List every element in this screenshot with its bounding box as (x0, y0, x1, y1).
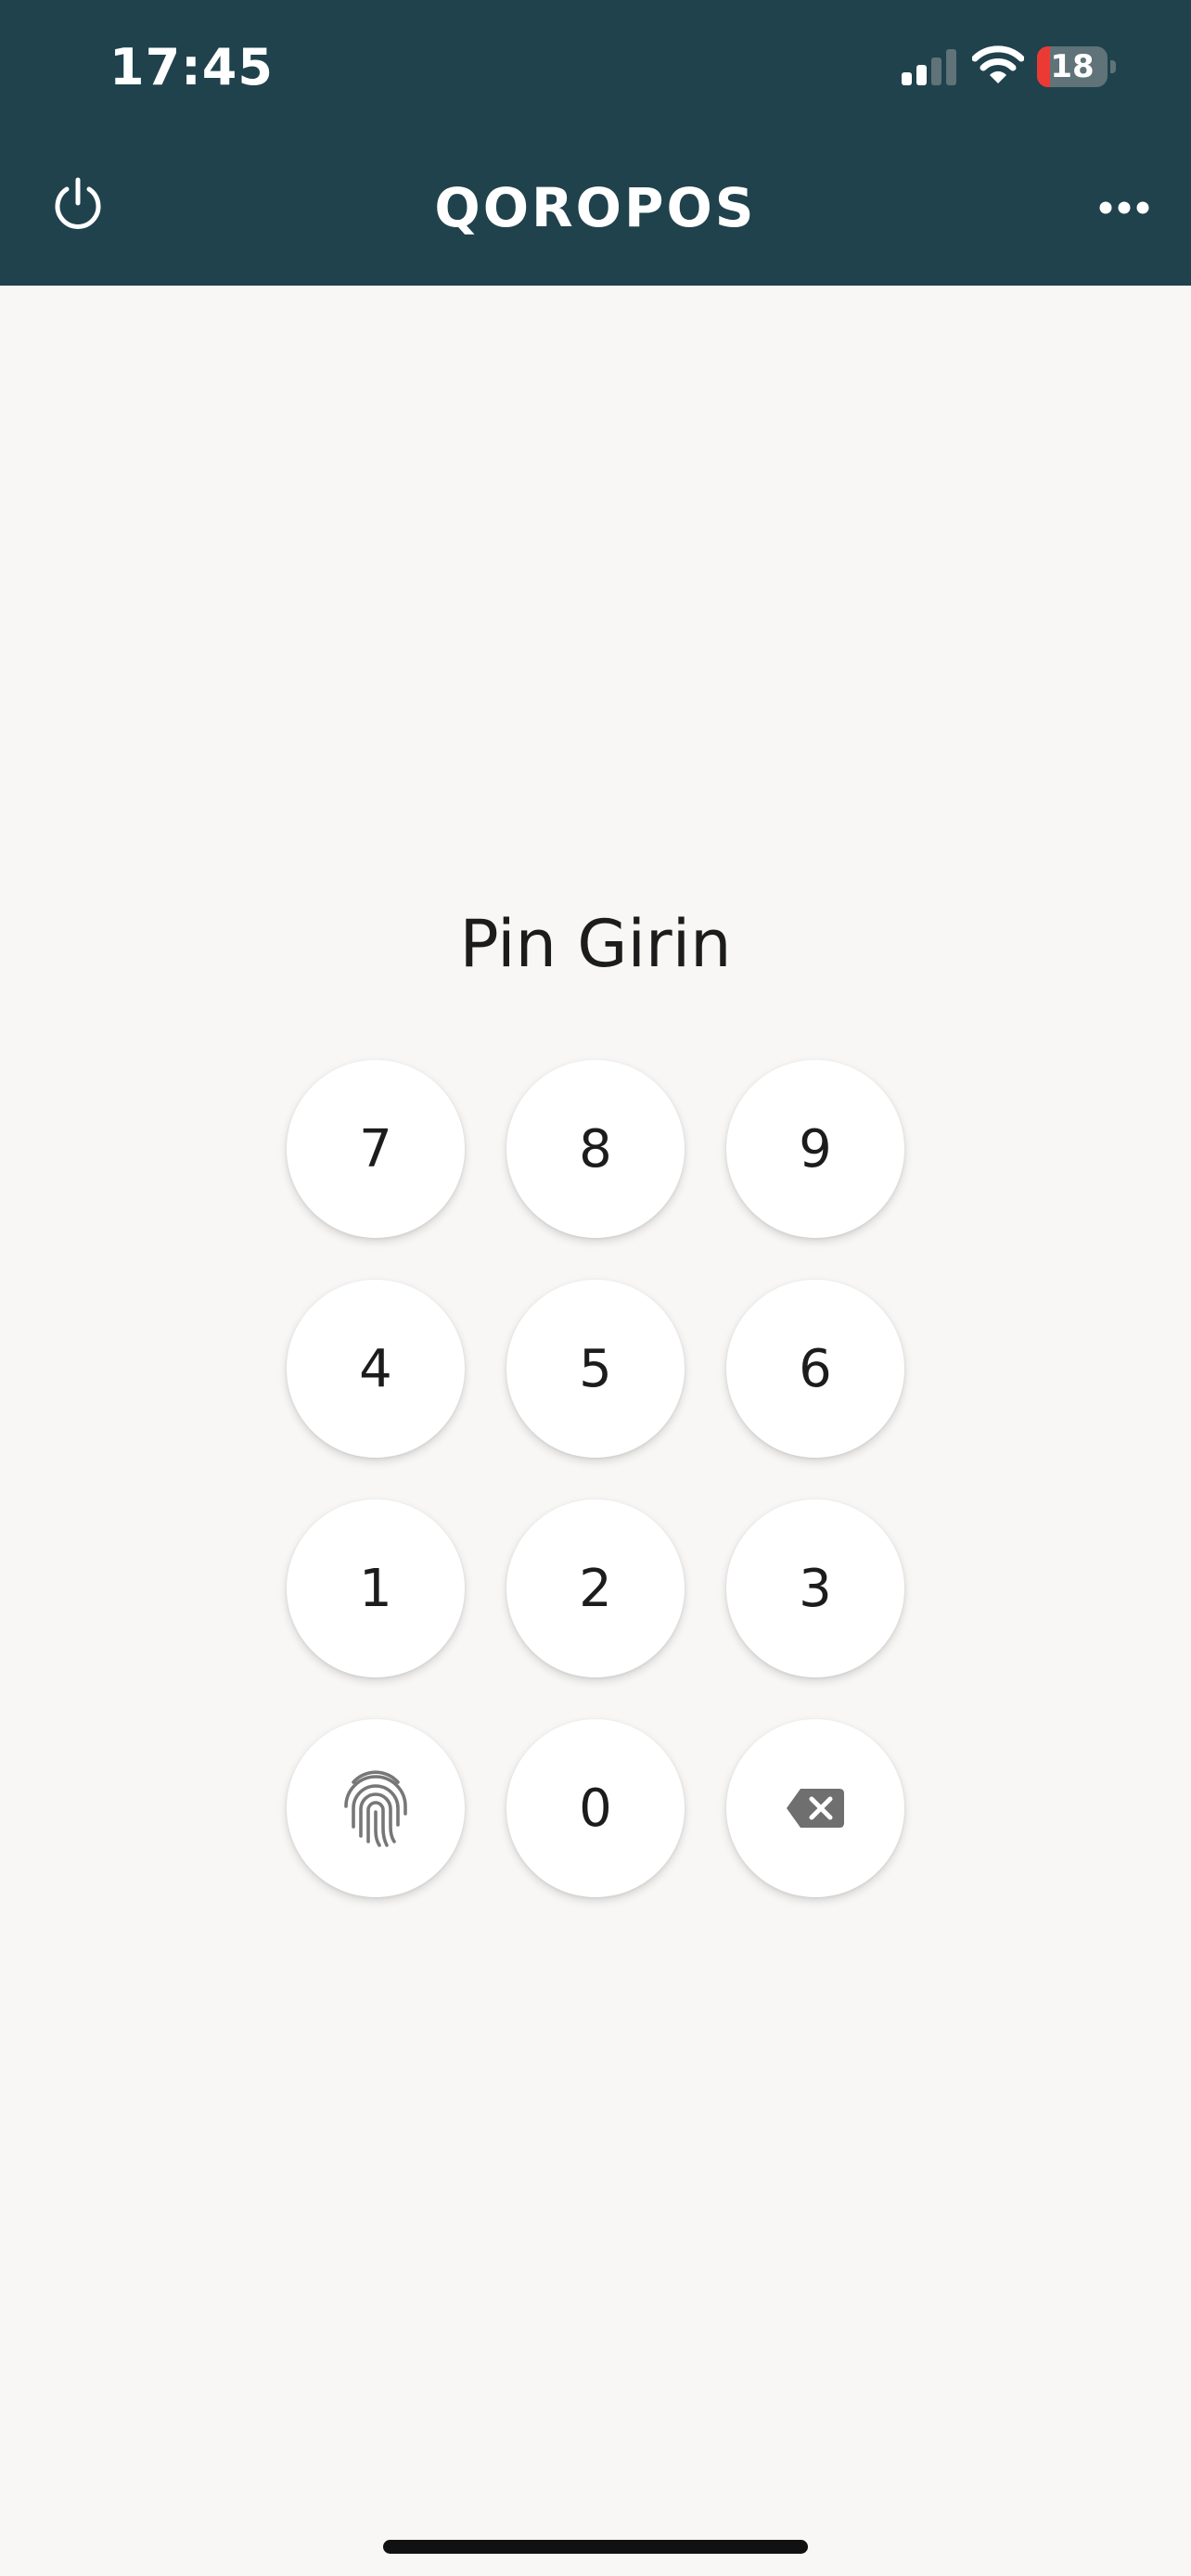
key-2[interactable]: 2 (506, 1499, 685, 1677)
backspace-icon (787, 1789, 844, 1828)
key-9[interactable]: 9 (726, 1060, 904, 1238)
wifi-icon (972, 45, 1024, 83)
app-header: 17:45 18 QOROPOS (0, 0, 1191, 286)
fingerprint-button[interactable] (287, 1719, 465, 1897)
app-title: QOROPOS (434, 176, 757, 239)
key-6[interactable]: 6 (726, 1280, 904, 1458)
key-7[interactable]: 7 (287, 1060, 465, 1238)
more-icon (1099, 201, 1149, 214)
status-time: 17:45 (109, 38, 274, 96)
more-button[interactable] (1087, 172, 1161, 243)
delete-button[interactable] (726, 1719, 904, 1897)
key-5[interactable]: 5 (506, 1280, 685, 1458)
signal-icon (902, 49, 956, 85)
key-4[interactable]: 4 (287, 1280, 465, 1458)
battery-icon: 18 (1037, 46, 1116, 87)
home-indicator[interactable] (383, 2540, 808, 2554)
key-1[interactable]: 1 (287, 1499, 465, 1677)
fingerprint-icon (344, 1770, 407, 1847)
battery-level: 18 (1050, 48, 1095, 85)
key-3[interactable]: 3 (726, 1499, 904, 1677)
power-icon (55, 177, 101, 229)
power-button[interactable] (41, 167, 115, 241)
pin-keypad: 7 8 9 4 5 6 1 2 3 0 (287, 1060, 904, 1898)
pin-title: Pin Girin (459, 906, 732, 982)
key-0[interactable]: 0 (506, 1719, 685, 1897)
key-8[interactable]: 8 (506, 1060, 685, 1238)
